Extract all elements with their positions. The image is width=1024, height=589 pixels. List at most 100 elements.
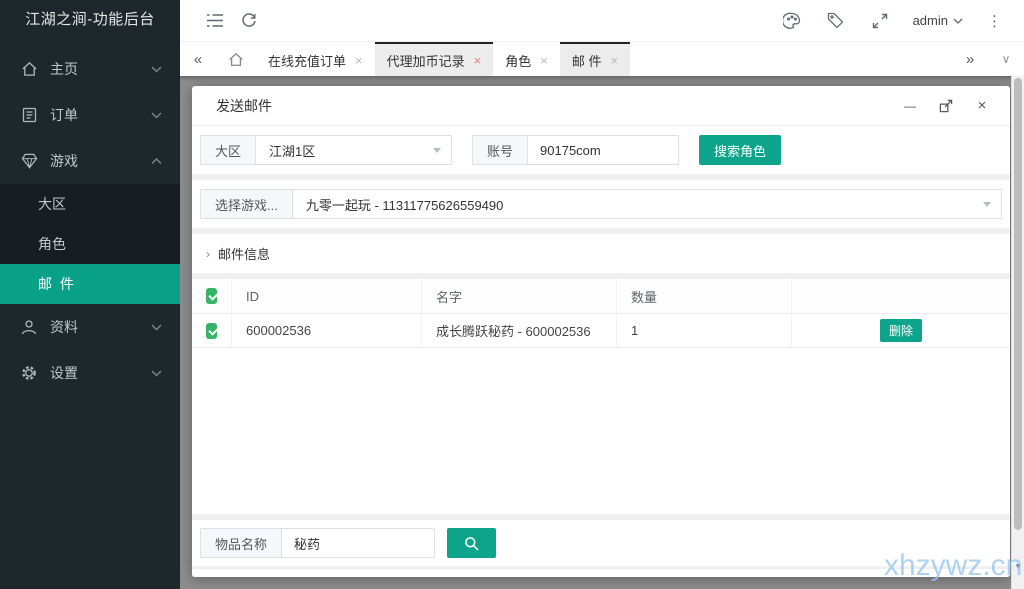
- magnifier-icon: [464, 536, 479, 551]
- tab-role[interactable]: 角色 ×: [493, 42, 560, 76]
- profile-icon: [20, 318, 38, 336]
- subitem-label: 大区: [38, 194, 66, 214]
- subitem-label: 邮 件: [38, 274, 76, 294]
- orders-icon: [20, 106, 38, 124]
- region-selected-value: 江湖1区: [269, 141, 315, 160]
- game-gem-icon: [20, 152, 38, 170]
- item-qty-cell: 1: [617, 314, 792, 347]
- maximize-icon[interactable]: [938, 98, 954, 114]
- refresh-icon[interactable]: [232, 4, 266, 38]
- tab-mail[interactable]: 邮 件 ×: [560, 42, 630, 76]
- account-input[interactable]: [528, 136, 678, 164]
- table-row: 600002536 成长腾跃秘药 - 600002536 1 删除: [192, 314, 1010, 348]
- scrollbar-down-arrow[interactable]: ▼: [1012, 562, 1024, 571]
- account-input-group: 账号: [472, 135, 679, 165]
- vertical-scrollbar[interactable]: ▼: [1011, 76, 1024, 589]
- chevron-down-icon: [953, 18, 963, 24]
- column-header-name: 名字: [422, 279, 617, 313]
- item-name-input[interactable]: [282, 529, 434, 557]
- game-select[interactable]: 九零一起玩 - 11311775626559490: [293, 190, 1001, 218]
- column-header-id: ID: [232, 279, 422, 313]
- sidebar-item-label: 设置: [50, 363, 151, 383]
- gear-icon: [20, 364, 38, 382]
- tab-home-icon[interactable]: [216, 42, 256, 76]
- game-select-label: 选择游戏...: [201, 190, 293, 218]
- tab-close-icon[interactable]: ×: [610, 53, 618, 68]
- tab-bar: « 在线充值订单 × 代理加币记录 × 角色 × 邮 件 × » ∨: [180, 42, 1024, 76]
- tab-label: 在线充值订单: [268, 51, 346, 70]
- content-overlay: 发送邮件 — × 大区 江湖1区 账号: [180, 76, 1024, 589]
- menu-fold-icon[interactable]: [198, 4, 232, 38]
- tag-icon[interactable]: [819, 4, 853, 38]
- row-checkbox[interactable]: [206, 323, 217, 339]
- tab-close-icon[interactable]: ×: [540, 53, 548, 68]
- chevron-down-icon: [151, 66, 162, 73]
- sidebar-item-label: 订单: [50, 105, 151, 125]
- column-header-action: [792, 279, 1010, 313]
- search-form-row: 大区 江湖1区 账号 搜索角色: [192, 126, 1010, 174]
- tabs-scroll-right-button[interactable]: »: [952, 51, 988, 68]
- table-header-row: ID 名字 数量: [192, 279, 1010, 314]
- close-icon[interactable]: ×: [974, 98, 990, 114]
- sidebar-item-label: 主页: [50, 59, 151, 79]
- app-title: 江湖之涧-功能后台: [0, 0, 180, 40]
- tab-close-icon[interactable]: ×: [355, 53, 363, 68]
- item-action-cell: 删除: [792, 314, 1010, 347]
- sidebar-subitem-region[interactable]: 大区: [0, 184, 180, 224]
- select-all-checkbox[interactable]: [206, 288, 217, 304]
- fullscreen-icon[interactable]: [863, 4, 897, 38]
- modal-header: 发送邮件 — ×: [192, 86, 1010, 126]
- chevron-down-icon: [151, 370, 162, 377]
- scrollbar-thumb[interactable]: [1014, 78, 1022, 530]
- sidebar-item-home[interactable]: 主页: [0, 46, 180, 92]
- caret-down-icon: [983, 202, 991, 207]
- sidebar-item-games[interactable]: 游戏: [0, 138, 180, 184]
- clipped-row: [192, 568, 1010, 577]
- tab-close-icon[interactable]: ×: [474, 53, 482, 68]
- minimize-icon[interactable]: —: [902, 98, 918, 114]
- mail-info-collapse[interactable]: › 邮件信息: [192, 234, 1010, 273]
- sidebar-item-profile[interactable]: 资料: [0, 304, 180, 350]
- sidebar-item-orders[interactable]: 订单: [0, 92, 180, 138]
- caret-down-icon: [433, 148, 441, 153]
- user-menu[interactable]: admin: [907, 13, 969, 28]
- tab-agent-coin-records[interactable]: 代理加币记录 ×: [375, 42, 494, 76]
- delete-button[interactable]: 删除: [880, 319, 922, 342]
- chevron-down-icon: [151, 112, 162, 119]
- tabs-dropdown-button[interactable]: ∨: [988, 52, 1024, 66]
- send-mail-modal: 发送邮件 — × 大区 江湖1区 账号: [192, 86, 1010, 577]
- modal-body: 大区 江湖1区 账号 搜索角色 选择游戏... 九零一起玩 - 1: [192, 126, 1010, 577]
- sidebar-subitem-mail[interactable]: 邮 件: [0, 264, 180, 304]
- mail-items-table: ID 名字 数量 600002536 成长腾跃秘药 - 600002536 1 …: [192, 279, 1010, 514]
- modal-window-controls: — ×: [902, 98, 990, 114]
- tab-label: 邮 件: [572, 51, 602, 70]
- theme-palette-icon[interactable]: [775, 4, 809, 38]
- item-id-cell: 600002536: [232, 314, 422, 347]
- game-select-group: 选择游戏... 九零一起玩 - 11311775626559490: [200, 189, 1002, 219]
- more-menu-icon[interactable]: ⋮: [979, 12, 1010, 30]
- search-role-button[interactable]: 搜索角色: [699, 135, 781, 165]
- account-label: 账号: [473, 136, 528, 164]
- tabbar-right-controls: » ∨: [952, 42, 1024, 76]
- sidebar-menu: 主页 订单 游戏 大区: [0, 46, 180, 396]
- home-icon: [20, 60, 38, 78]
- collapse-chevron-icon: ›: [206, 247, 210, 261]
- sidebar-item-settings[interactable]: 设置: [0, 350, 180, 396]
- item-name-label: 物品名称: [201, 529, 282, 557]
- region-label: 大区: [201, 136, 256, 164]
- tabs-scroll-left-button[interactable]: «: [180, 42, 216, 76]
- select-all-cell: [192, 279, 232, 313]
- column-header-qty: 数量: [617, 279, 792, 313]
- sidebar-item-label: 游戏: [50, 151, 151, 171]
- sidebar-subitem-role[interactable]: 角色: [0, 224, 180, 264]
- games-submenu: 大区 角色 邮 件: [0, 184, 180, 304]
- tab-online-recharge-orders[interactable]: 在线充值订单 ×: [256, 42, 375, 76]
- mail-info-label: 邮件信息: [218, 244, 270, 263]
- region-select[interactable]: 江湖1区: [256, 136, 451, 164]
- item-search-button[interactable]: [447, 528, 496, 558]
- region-select-group: 大区 江湖1区: [200, 135, 452, 165]
- tab-label: 代理加币记录: [387, 51, 465, 70]
- subitem-label: 角色: [38, 234, 66, 254]
- tab-label: 角色: [505, 51, 531, 70]
- chevron-down-icon: [151, 324, 162, 331]
